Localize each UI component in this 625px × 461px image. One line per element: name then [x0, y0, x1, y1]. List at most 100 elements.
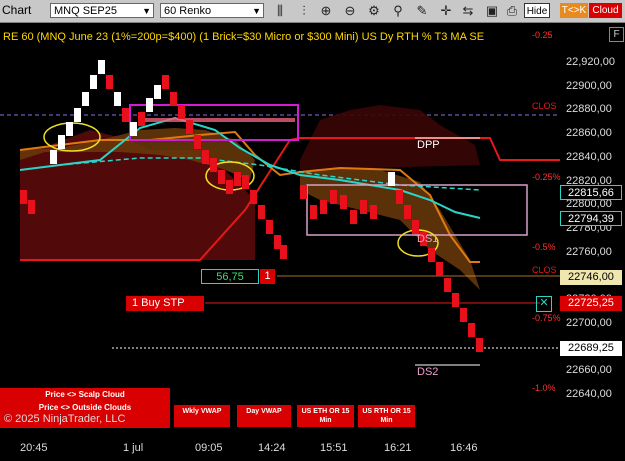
properties-icon[interactable]: ⚙ [366, 3, 382, 19]
renko-brick [242, 175, 249, 189]
price-tick: 22840,00 [566, 150, 612, 163]
clos-label: CLOS [532, 265, 557, 275]
renko-brick [258, 205, 265, 219]
scalp-cloud-button[interactable]: Price <> Scalp Cloud [0, 388, 170, 401]
price-tick: 22860,00 [566, 127, 612, 140]
order-quantity[interactable]: 1 [260, 269, 275, 284]
renko-brick [310, 205, 317, 219]
drawing-tool-icon[interactable]: ✎ [414, 3, 430, 19]
zoom-in-icon[interactable]: ⊕ [318, 3, 334, 19]
renko-brick [280, 245, 287, 259]
renko-brick [436, 262, 443, 276]
renko-brick [388, 172, 395, 186]
renko-brick [170, 92, 177, 106]
time-tick: 1 jul [123, 442, 144, 454]
renko-brick [146, 98, 153, 112]
renko-brick [210, 158, 217, 172]
renko-brick [202, 150, 209, 164]
renko-brick [66, 122, 73, 136]
renko-brick [234, 172, 241, 186]
time-tick: 09:05 [195, 442, 223, 454]
renko-brick [178, 105, 185, 119]
pct-label: -0.25% [532, 172, 561, 182]
renko-brick [320, 200, 327, 214]
renko-brick [476, 338, 483, 352]
hide-button[interactable]: Hide [524, 3, 550, 18]
renko-brick [58, 135, 65, 149]
renko-brick [106, 75, 113, 89]
tk-button[interactable]: T<>K [560, 3, 588, 18]
chart-trader-icon[interactable]: ⇆ [460, 3, 476, 19]
renko-brick [274, 235, 281, 249]
price-tick: 22660,00 [566, 364, 612, 377]
price-tick: 22760,00 [566, 245, 612, 258]
instrument-selector[interactable]: MNQ SEP25 ▼ [50, 3, 154, 18]
price-tag-cyan-dashed: 22815,66 [560, 185, 622, 200]
time-tick: 14:24 [258, 442, 286, 454]
interval-selector[interactable]: 60 Renko ▼ [160, 3, 264, 18]
chart-header: RE 60 (MNQ June 23 (1%=200p=$400) (1 Bri… [3, 31, 485, 43]
time-tick: 16:46 [450, 442, 478, 454]
renko-brick [82, 92, 89, 106]
renko-brick [428, 248, 435, 262]
strategy-icon[interactable]: ⚲ [390, 3, 406, 19]
renko-brick [74, 108, 81, 122]
renko-brick [226, 180, 233, 194]
order-pnl-value: 56,75 [201, 269, 259, 284]
pct-label: -0.5% [532, 242, 556, 252]
copyright: © 2025 NinjaTrader, LLC [4, 413, 126, 425]
cancel-order-icon[interactable]: ✕ [536, 296, 552, 312]
time-tick: 20:45 [20, 442, 48, 454]
clos-label: CLOS [532, 101, 557, 111]
dpp-label: DPP [417, 139, 440, 151]
renko-brick [266, 220, 273, 234]
buy-stop-order[interactable]: 1 Buy STP [126, 296, 204, 311]
renko-brick [330, 190, 337, 204]
price-tick: 22880,00 [566, 103, 612, 116]
f-button[interactable]: F [609, 27, 624, 42]
interval-label: 60 Renko [164, 5, 212, 17]
renko-brick [130, 122, 137, 136]
renko-brick [28, 200, 35, 214]
renko-brick [114, 92, 121, 106]
renko-brick [370, 205, 377, 219]
renko-brick [340, 195, 347, 209]
pct-label: -0.25 [532, 30, 553, 40]
instrument-label: MNQ SEP25 [54, 5, 117, 17]
renko-brick [98, 60, 105, 74]
crosshair-icon[interactable]: ✛ [438, 3, 454, 19]
chevron-down-icon: ▼ [252, 6, 261, 16]
price-tag-last: 22689,25 [560, 341, 622, 356]
indicators-icon[interactable]: ⫶ [296, 3, 312, 19]
screenshot-icon[interactable]: ⎙ [504, 3, 520, 19]
ds2-label: DS2 [417, 366, 439, 378]
chevron-down-icon: ▼ [142, 6, 151, 16]
renko-brick [250, 190, 257, 204]
price-tick: 22,920,00 [566, 56, 615, 68]
us-rth-or-button[interactable]: US RTH OR 15 Min [358, 405, 415, 427]
time-tick: 15:51 [320, 442, 348, 454]
toolbar: Chart MNQ SEP25 ▼ 60 Renko ▼ ⫼ ⫶ ⊕ ⊖ ⚙ ⚲… [0, 0, 625, 23]
renko-brick [468, 323, 475, 337]
ds1-label: DS1 [417, 233, 439, 245]
price-tick: 22900,00 [566, 79, 612, 92]
us-eth-or-button[interactable]: US ETH OR 15 Min [297, 405, 354, 427]
price-tick: 22640,00 [566, 387, 612, 400]
snapshot-icon[interactable]: ▣ [484, 3, 500, 19]
renko-brick [90, 75, 97, 89]
day-vwap-button[interactable]: Day VWAP [237, 405, 291, 427]
renko-brick [138, 112, 145, 126]
renko-brick [20, 190, 27, 204]
pct-label: -0.75% [532, 313, 561, 323]
renko-brick [300, 185, 307, 199]
weekly-vwap-button[interactable]: Wkly VWAP [174, 405, 230, 427]
renko-brick [50, 150, 57, 164]
renko-brick [404, 205, 411, 219]
renko-brick [412, 220, 419, 234]
cloud-button[interactable]: Cloud [589, 3, 622, 18]
bar-type-icon[interactable]: ⫼ [272, 3, 288, 19]
renko-brick [460, 308, 467, 322]
renko-brick [396, 190, 403, 204]
zoom-out-icon[interactable]: ⊖ [342, 3, 358, 19]
time-tick: 16:21 [384, 442, 412, 454]
